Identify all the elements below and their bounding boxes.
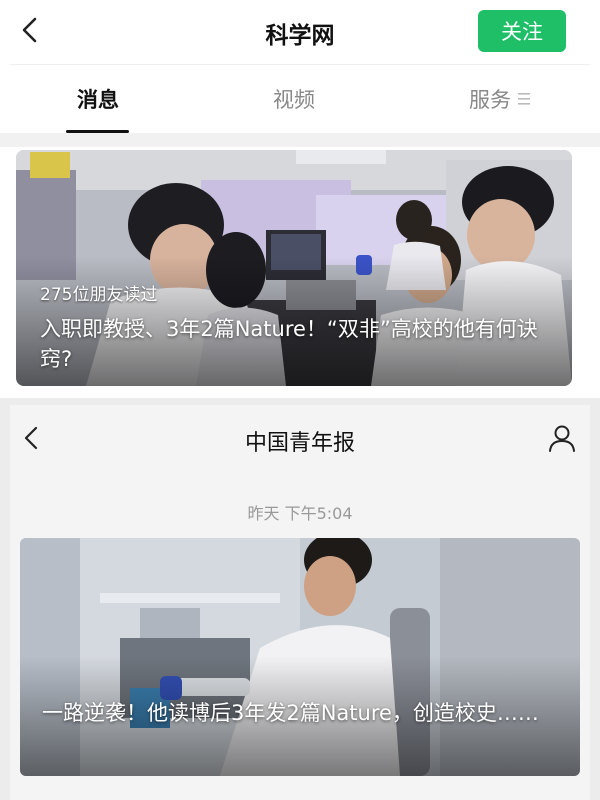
article-source-title: 中国青年报: [244, 431, 355, 456]
tab-videos[interactable]: 视频: [244, 84, 344, 114]
tab-bar: 消息 视频 服务: [0, 68, 600, 133]
account-panel: 科学网 关注 消息 视频 服务 275位朋友读过 入职即教授、3年2篇Natur…: [0, 0, 600, 398]
person-icon: [549, 425, 575, 452]
article-back-button[interactable]: [14, 421, 48, 455]
tab-messages[interactable]: 消息: [48, 84, 148, 114]
featured-article-card[interactable]: 275位朋友读过 入职即教授、3年2篇Nature！“双非”高校的他有何诀窍?: [16, 150, 572, 386]
message-timestamp: 昨天 下午5:04: [247, 504, 353, 523]
follow-button[interactable]: 关注: [478, 10, 566, 52]
divider: [10, 64, 590, 65]
section-divider: [0, 133, 600, 147]
featured-article-title: 入职即教授、3年2篇Nature！“双非”高校的他有何诀窍?: [40, 317, 538, 371]
top-bar: 科学网 关注: [0, 0, 600, 62]
article-panel: 中国青年报 昨天 下午5:04 一路逆袭！他读博后3年发2篇Nature，创造校: [10, 405, 590, 800]
profile-button[interactable]: [545, 421, 579, 455]
read-count: 275位朋友读过: [40, 285, 158, 305]
menu-lines-icon: [518, 93, 530, 105]
article-card-title: 一路逆袭！他读博后3年发2篇Nature，创造校史……: [42, 701, 539, 725]
article-card[interactable]: 一路逆袭！他读博后3年发2篇Nature，创造校史……: [20, 538, 580, 776]
chevron-left-icon: [24, 426, 38, 450]
chevron-left-icon: [22, 17, 37, 43]
back-button[interactable]: [12, 12, 48, 48]
